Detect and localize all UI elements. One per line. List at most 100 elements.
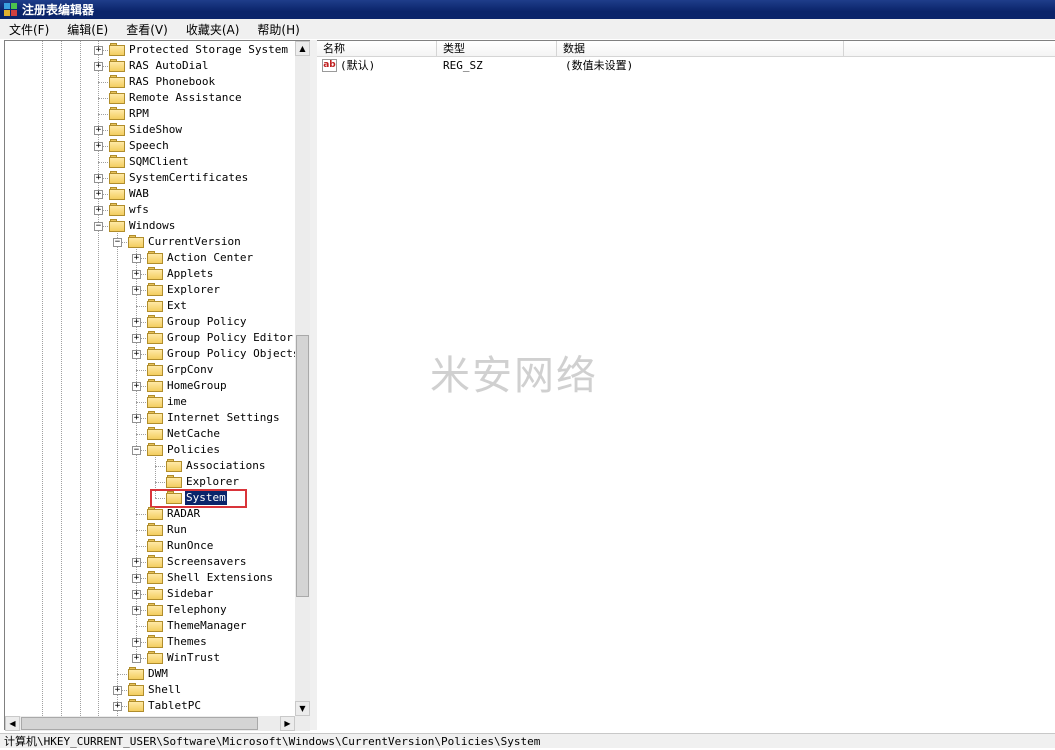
tree-node-homegroup[interactable]: + HomeGroup: [5, 378, 295, 394]
pane-splitter[interactable]: [310, 40, 317, 730]
key-tree-pane: + Protected Storage System Pro + RAS AutoDi…: [4, 40, 310, 731]
tree-node-currentversion[interactable]: − CurrentVersion: [5, 234, 295, 250]
expand-plus-icon[interactable]: +: [132, 638, 141, 647]
tree-vertical-scrollbar[interactable]: ▲ ▼: [295, 41, 310, 716]
tree-node-label: HomeGroup: [167, 379, 227, 392]
expand-plus-icon[interactable]: +: [132, 318, 141, 327]
expand-plus-icon[interactable]: +: [132, 574, 141, 583]
expand-plus-icon[interactable]: +: [132, 414, 141, 423]
tree-node-ras-autodial[interactable]: + RAS AutoDial: [5, 58, 295, 74]
expand-plus-icon[interactable]: +: [94, 126, 103, 135]
tree-node-action-center[interactable]: + Action Center: [5, 250, 295, 266]
menu-view[interactable]: 查看(V): [117, 21, 177, 38]
tree-node-windows[interactable]: − Windows: [5, 218, 295, 234]
expand-plus-icon[interactable]: +: [132, 286, 141, 295]
expand-plus-icon[interactable]: +: [132, 606, 141, 615]
tree-node-internet-settings[interactable]: + Internet Settings: [5, 410, 295, 426]
tree-node-speech[interactable]: + Speech: [5, 138, 295, 154]
tree-node-wfs[interactable]: + wfs: [5, 202, 295, 218]
tree-node-tabletpc[interactable]: + TabletPC: [5, 698, 295, 714]
table-row[interactable]: ab (默认) REG_SZ (数值未设置): [317, 58, 1055, 74]
tree-node-sqmclient[interactable]: SQMClient: [5, 154, 295, 170]
expand-plus-icon[interactable]: +: [132, 558, 141, 567]
column-name-header[interactable]: 名称: [317, 41, 437, 57]
tree-node-protected-storage-system-pro[interactable]: + Protected Storage System Pro: [5, 42, 295, 58]
tree-node-group-policy[interactable]: + Group Policy: [5, 314, 295, 330]
tree-node-run[interactable]: Run: [5, 522, 295, 538]
tree-node-dwm[interactable]: DWM: [5, 666, 295, 682]
expand-plus-icon[interactable]: +: [94, 206, 103, 215]
expand-plus-icon[interactable]: +: [94, 62, 103, 71]
collapse-minus-icon[interactable]: −: [132, 446, 141, 455]
scroll-up-arrow-icon[interactable]: ▲: [295, 41, 310, 56]
collapse-minus-icon[interactable]: −: [94, 222, 103, 231]
menu-help[interactable]: 帮助(H): [248, 21, 308, 38]
tree-node-label: Group Policy Editor: [167, 331, 293, 344]
expand-plus-icon[interactable]: +: [132, 382, 141, 391]
value-type: REG_SZ: [443, 59, 483, 72]
tree-node-remote-assistance[interactable]: Remote Assistance: [5, 90, 295, 106]
expand-plus-icon[interactable]: +: [132, 350, 141, 359]
expand-plus-icon[interactable]: +: [94, 174, 103, 183]
tree-node-ext[interactable]: Ext: [5, 298, 295, 314]
tree-node-shell[interactable]: + Shell: [5, 682, 295, 698]
tree-node-explorer[interactable]: + Explorer: [5, 282, 295, 298]
menu-bar: 文件(F) 编辑(E) 查看(V) 收藏夹(A) 帮助(H): [0, 19, 1055, 39]
tree-node-themes[interactable]: + Themes: [5, 634, 295, 650]
tree-node-runonce[interactable]: RunOnce: [5, 538, 295, 554]
tree-node-shell-extensions[interactable]: + Shell Extensions: [5, 570, 295, 586]
collapse-minus-icon[interactable]: −: [113, 238, 122, 247]
tree-node-applets[interactable]: + Applets: [5, 266, 295, 282]
scroll-right-arrow-icon[interactable]: ▶: [280, 716, 295, 731]
menu-favorites[interactable]: 收藏夹(A): [177, 21, 249, 38]
expand-plus-icon[interactable]: +: [132, 270, 141, 279]
tree-branch-line: [117, 674, 127, 675]
tree-node-telephony[interactable]: + Telephony: [5, 602, 295, 618]
column-data-header[interactable]: 数据: [557, 41, 844, 57]
values-pane: 名称 类型 数据 ab (默认) REG_SZ (数值未设置): [317, 40, 1055, 730]
tree-node-system[interactable]: System: [5, 489, 295, 508]
tree-node-group-policy-editor[interactable]: + Group Policy Editor: [5, 330, 295, 346]
folder-icon: [147, 267, 163, 280]
scroll-down-arrow-icon[interactable]: ▼: [295, 701, 310, 716]
column-type-header[interactable]: 类型: [437, 41, 557, 57]
expand-plus-icon[interactable]: +: [94, 46, 103, 55]
expand-plus-icon[interactable]: +: [132, 654, 141, 663]
tree-node-thememanager[interactable]: ThemeManager: [5, 618, 295, 634]
tree-node-label: ime: [167, 395, 187, 408]
tree-node-wintrust[interactable]: + WinTrust: [5, 650, 295, 666]
tree-node-ras-phonebook[interactable]: RAS Phonebook: [5, 74, 295, 90]
folder-icon: [147, 379, 163, 392]
tree-node-screensavers[interactable]: + Screensavers: [5, 554, 295, 570]
tree-node-label: Internet Settings: [167, 411, 280, 424]
expand-plus-icon[interactable]: +: [132, 254, 141, 263]
tree-hscroll-thumb[interactable]: [21, 717, 258, 730]
tree-node-label: Applets: [167, 267, 214, 280]
tree-node-associations[interactable]: Associations: [5, 458, 295, 474]
tree-node-radar[interactable]: RADAR: [5, 506, 295, 522]
tree-horizontal-scrollbar[interactable]: ◀ ▶: [5, 716, 295, 731]
tree-node-label: NetCache: [167, 427, 220, 440]
expand-plus-icon[interactable]: +: [113, 686, 122, 695]
tree-node-ime[interactable]: ime: [5, 394, 295, 410]
tree-node-policies[interactable]: − Policies: [5, 442, 295, 458]
tree-node-sideshow[interactable]: + SideShow: [5, 122, 295, 138]
expand-plus-icon[interactable]: +: [94, 190, 103, 199]
tree-scroll-thumb[interactable]: [296, 335, 309, 597]
menu-edit[interactable]: 编辑(E): [58, 21, 117, 38]
tree-node-rpm[interactable]: RPM: [5, 106, 295, 122]
expand-plus-icon[interactable]: +: [94, 142, 103, 151]
tree-node-netcache[interactable]: NetCache: [5, 426, 295, 442]
tree-node-group-policy-objects[interactable]: + Group Policy Objects: [5, 346, 295, 362]
folder-icon: [147, 251, 163, 264]
expand-plus-icon[interactable]: +: [132, 590, 141, 599]
scroll-left-arrow-icon[interactable]: ◀: [5, 716, 20, 731]
tree-node-explorer[interactable]: Explorer: [5, 474, 295, 490]
tree-node-grpconv[interactable]: GrpConv: [5, 362, 295, 378]
expand-plus-icon[interactable]: +: [113, 702, 122, 711]
expand-plus-icon[interactable]: +: [132, 334, 141, 343]
tree-node-wab[interactable]: + WAB: [5, 186, 295, 202]
tree-node-sidebar[interactable]: + Sidebar: [5, 586, 295, 602]
tree-node-systemcertificates[interactable]: + SystemCertificates: [5, 170, 295, 186]
menu-file[interactable]: 文件(F): [0, 21, 58, 38]
